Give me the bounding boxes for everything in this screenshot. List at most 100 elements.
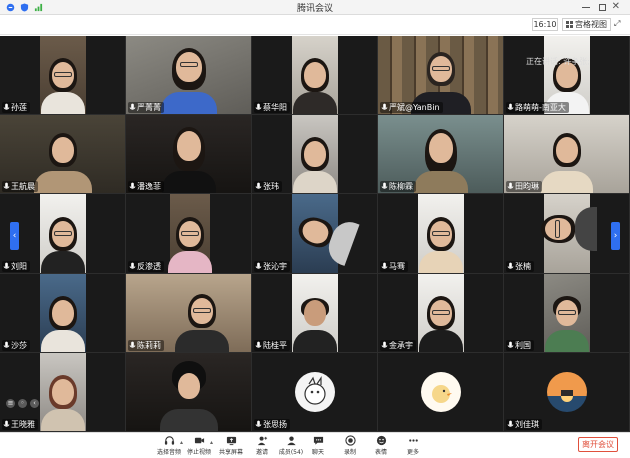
settings-icon[interactable]: ◦ (18, 399, 27, 408)
participant-figure (541, 129, 593, 194)
participant-figure (174, 290, 229, 352)
window-titlebar: 腾讯会议 ✕ (0, 0, 630, 15)
mic-icon (381, 262, 388, 269)
more-button[interactable]: 更多 (396, 435, 430, 457)
participant-name: 田昀琳 (515, 182, 539, 192)
participant-namebar: 马骞 (380, 260, 408, 272)
video-tile[interactable]: 陈柳霖 (378, 115, 504, 195)
participant-figure (41, 292, 85, 352)
share-label: 共享屏幕 (218, 449, 243, 456)
mic-icon (255, 420, 262, 427)
participant-namebar: 蔡华阳 (254, 102, 290, 114)
video-options-icon[interactable]: ▴ (210, 439, 213, 446)
chat-bubble-icon[interactable]: ≡ (6, 399, 15, 408)
cartoon-avatar-icon (303, 375, 326, 405)
participant-figure (161, 44, 217, 115)
headset-icon (164, 436, 174, 445)
fullscreen-icon[interactable]: ⤢ (614, 19, 620, 29)
video-tile[interactable] (126, 352, 252, 432)
view-mode-button[interactable]: 宫格视图 (562, 18, 611, 31)
video-feed (126, 352, 251, 431)
participant-namebar: 陆桂平 (254, 339, 290, 351)
video-tile[interactable]: 田昀琳 (504, 115, 630, 195)
video-tile[interactable]: 反渗透 (126, 194, 252, 274)
participant-name: 张楠 (515, 261, 531, 271)
participant-namebar: 刘阳 (2, 260, 30, 272)
participant-figure (414, 125, 468, 194)
video-tile[interactable] (378, 352, 504, 432)
mic-icon (381, 341, 388, 348)
participant-name: 刘佳琪 (515, 419, 539, 429)
video-tile[interactable]: 金承宇 (378, 273, 504, 353)
mic-icon (129, 341, 136, 348)
participant-namebar: 张楠 (506, 260, 534, 272)
video-tile[interactable]: 利国 (504, 273, 630, 353)
participant-namebar: 金承宇 (380, 339, 416, 351)
mic-icon (129, 103, 136, 110)
video-tile[interactable]: 刘佳琪 (504, 352, 630, 432)
video-tile[interactable]: 王航晨 (0, 115, 126, 195)
video-feed (292, 194, 360, 273)
video-tile[interactable]: 张沁宇 (252, 194, 378, 274)
chat-label: 聊天 (311, 449, 324, 456)
prev-page-button[interactable]: ‹ (10, 222, 19, 250)
participant-name: 金承宇 (389, 340, 413, 350)
participant-namebar: 田昀琳 (506, 181, 542, 193)
video-feed (292, 273, 338, 352)
participant-name: 潘逸菲 (137, 182, 161, 192)
participant-figure (41, 54, 85, 115)
video-tile[interactable]: 陈莉莉 (126, 273, 252, 353)
video-tile[interactable]: 马骞 (378, 194, 504, 274)
video-feed (40, 273, 86, 352)
invite-label: 邀请 (255, 449, 268, 456)
window-title: 腾讯会议 (296, 4, 333, 14)
chat-icon (313, 436, 323, 445)
video-tile[interactable]: 王晓雅 (0, 352, 126, 432)
participant-name: 张玮 (263, 182, 279, 192)
video-feed (292, 36, 338, 115)
participant-namebar: 利国 (506, 339, 534, 351)
collapse-icon[interactable]: ‹ (30, 399, 39, 408)
video-tile[interactable]: 张思扬 (252, 352, 378, 432)
participant-namebar: 沙莎 (2, 339, 30, 351)
participant-name: 利国 (515, 340, 531, 350)
video-tile[interactable]: 正在讲话: 许争张; 路萌萌-南亚大 (504, 36, 630, 116)
video-tile[interactable]: 张玮 (252, 115, 378, 195)
video-tile[interactable]: 陆桂平 (252, 273, 378, 353)
participant-namebar: 路萌萌-南亚大 (506, 102, 569, 114)
video-tile[interactable]: 严斌@YanBin (378, 36, 504, 116)
participant-namebar: 反渗透 (128, 260, 164, 272)
participant-namebar: 严菁菁 (128, 102, 164, 114)
video-feed (418, 194, 464, 273)
participant-namebar: 王晓雅 (2, 418, 38, 430)
video-label: 停止视频 (186, 449, 211, 456)
participant-figure (34, 129, 92, 194)
leave-meeting-button[interactable]: 离开会议 (578, 437, 618, 452)
camera-icon (194, 437, 204, 444)
participant-figure (293, 292, 337, 352)
video-tile[interactable]: 沙莎 (0, 273, 126, 353)
participant-name: 路萌萌-南亚大 (515, 103, 566, 113)
mic-icon (507, 103, 514, 110)
video-tile[interactable]: 孙莲 (0, 36, 126, 116)
mic-icon (129, 262, 136, 269)
reactions-button[interactable]: 表情 (364, 435, 398, 457)
meeting-topbar: 16:10 宫格视图 ⤢ (0, 15, 630, 35)
close-icon[interactable]: ✕ (612, 2, 620, 12)
members-label: 成员(54) (278, 449, 304, 456)
video-tile[interactable]: 蔡华阳 (252, 36, 378, 116)
chat-button[interactable]: 聊天 (301, 435, 335, 457)
next-page-button[interactable]: › (611, 222, 620, 250)
participant-name: 严斌@YanBin (389, 103, 440, 113)
video-feed (541, 194, 597, 273)
mic-icon (255, 341, 262, 348)
record-button[interactable]: 录制 (333, 435, 367, 457)
video-tile[interactable]: 严菁菁 (126, 36, 252, 116)
share-screen-button[interactable]: 共享屏幕 (214, 435, 248, 457)
minimize-icon[interactable] (581, 6, 590, 8)
reactions-label: 表情 (374, 449, 387, 456)
maximize-icon[interactable] (598, 3, 606, 11)
meeting-toolbar: 选择音频 ▴ 停止视频 ▴ 共享屏幕 邀请 成员(54) 聊天 录制 表情 更多 (0, 432, 630, 458)
mic-icon (3, 262, 10, 269)
video-tile[interactable]: 潘逸菲 (126, 115, 252, 195)
